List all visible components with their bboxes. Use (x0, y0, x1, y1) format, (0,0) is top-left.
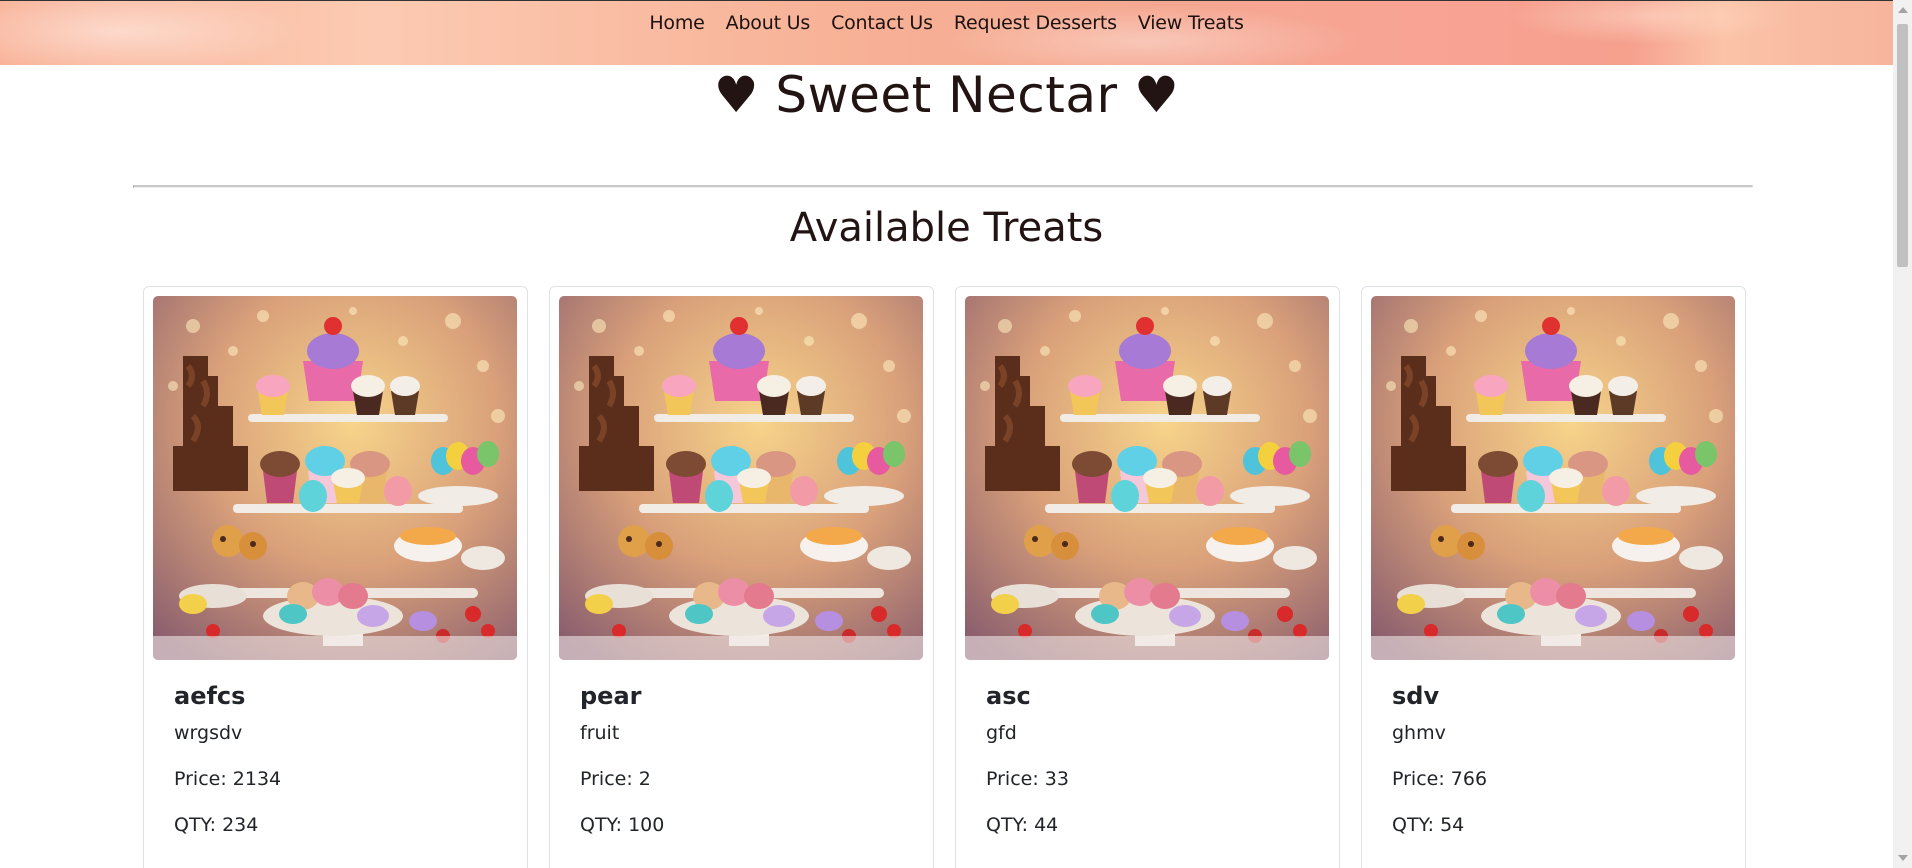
nav-link-view-treats[interactable]: View Treats (1138, 12, 1244, 34)
nav-link-home[interactable]: Home (649, 12, 705, 34)
treat-description: fruit (580, 722, 620, 744)
treat-card: asc gfd Price: 33 QTY: 44 (955, 286, 1340, 868)
nav-link-contact-us[interactable]: Contact Us (831, 12, 933, 34)
treat-qty: QTY: 100 (580, 814, 665, 836)
treat-image (965, 296, 1329, 660)
site-title: ♥ Sweet Nectar ♥ (713, 66, 1180, 124)
page-scrollbar[interactable] (1893, 0, 1912, 868)
treat-card-body: pear fruit Price: 2 QTY: 100 (580, 682, 664, 836)
top-navbar: Home About Us Contact Us Request Dessert… (0, 0, 1893, 65)
treat-card-body: aefcs wrgsdv Price: 2134 QTY: 234 (174, 682, 281, 836)
triangle-down-icon[interactable] (1898, 855, 1908, 861)
treat-image (1371, 296, 1735, 660)
treat-price: Price: 2 (580, 768, 651, 790)
triangle-up-icon[interactable] (1898, 7, 1908, 13)
treat-qty: QTY: 54 (1392, 814, 1465, 836)
divider (133, 185, 1753, 188)
treat-name: sdv (1392, 682, 1440, 710)
nav-links: Home About Us Contact Us Request Dessert… (0, 1, 1893, 44)
treat-qty: QTY: 234 (174, 814, 259, 836)
treat-qty: QTY: 44 (986, 814, 1059, 836)
treat-image (559, 296, 923, 660)
treat-name: asc (986, 682, 1031, 710)
treats-grid: aefcs wrgsdv Price: 2134 QTY: 234 pear f… (143, 286, 1746, 868)
treat-description: wrgsdv (174, 722, 243, 744)
treat-name: aefcs (174, 682, 246, 710)
section-title: Available Treats (789, 205, 1104, 251)
treat-card: aefcs wrgsdv Price: 2134 QTY: 234 (143, 286, 528, 868)
treat-image (153, 296, 517, 660)
treat-card-body: sdv ghmv Price: 766 QTY: 54 (1392, 682, 1487, 836)
treat-price: Price: 33 (986, 768, 1069, 790)
treat-description: ghmv (1392, 722, 1446, 744)
scrollbar-thumb[interactable] (1897, 24, 1908, 267)
treat-description: gfd (986, 722, 1017, 744)
nav-link-request-desserts[interactable]: Request Desserts (954, 12, 1117, 34)
treat-card-body: asc gfd Price: 33 QTY: 44 (986, 682, 1069, 836)
treat-name: pear (580, 682, 642, 710)
treat-card: pear fruit Price: 2 QTY: 100 (549, 286, 934, 868)
treat-price: Price: 2134 (174, 768, 282, 790)
nav-link-about-us[interactable]: About Us (726, 12, 811, 34)
treat-card: sdv ghmv Price: 766 QTY: 54 (1361, 286, 1746, 868)
treat-price: Price: 766 (1392, 768, 1488, 790)
